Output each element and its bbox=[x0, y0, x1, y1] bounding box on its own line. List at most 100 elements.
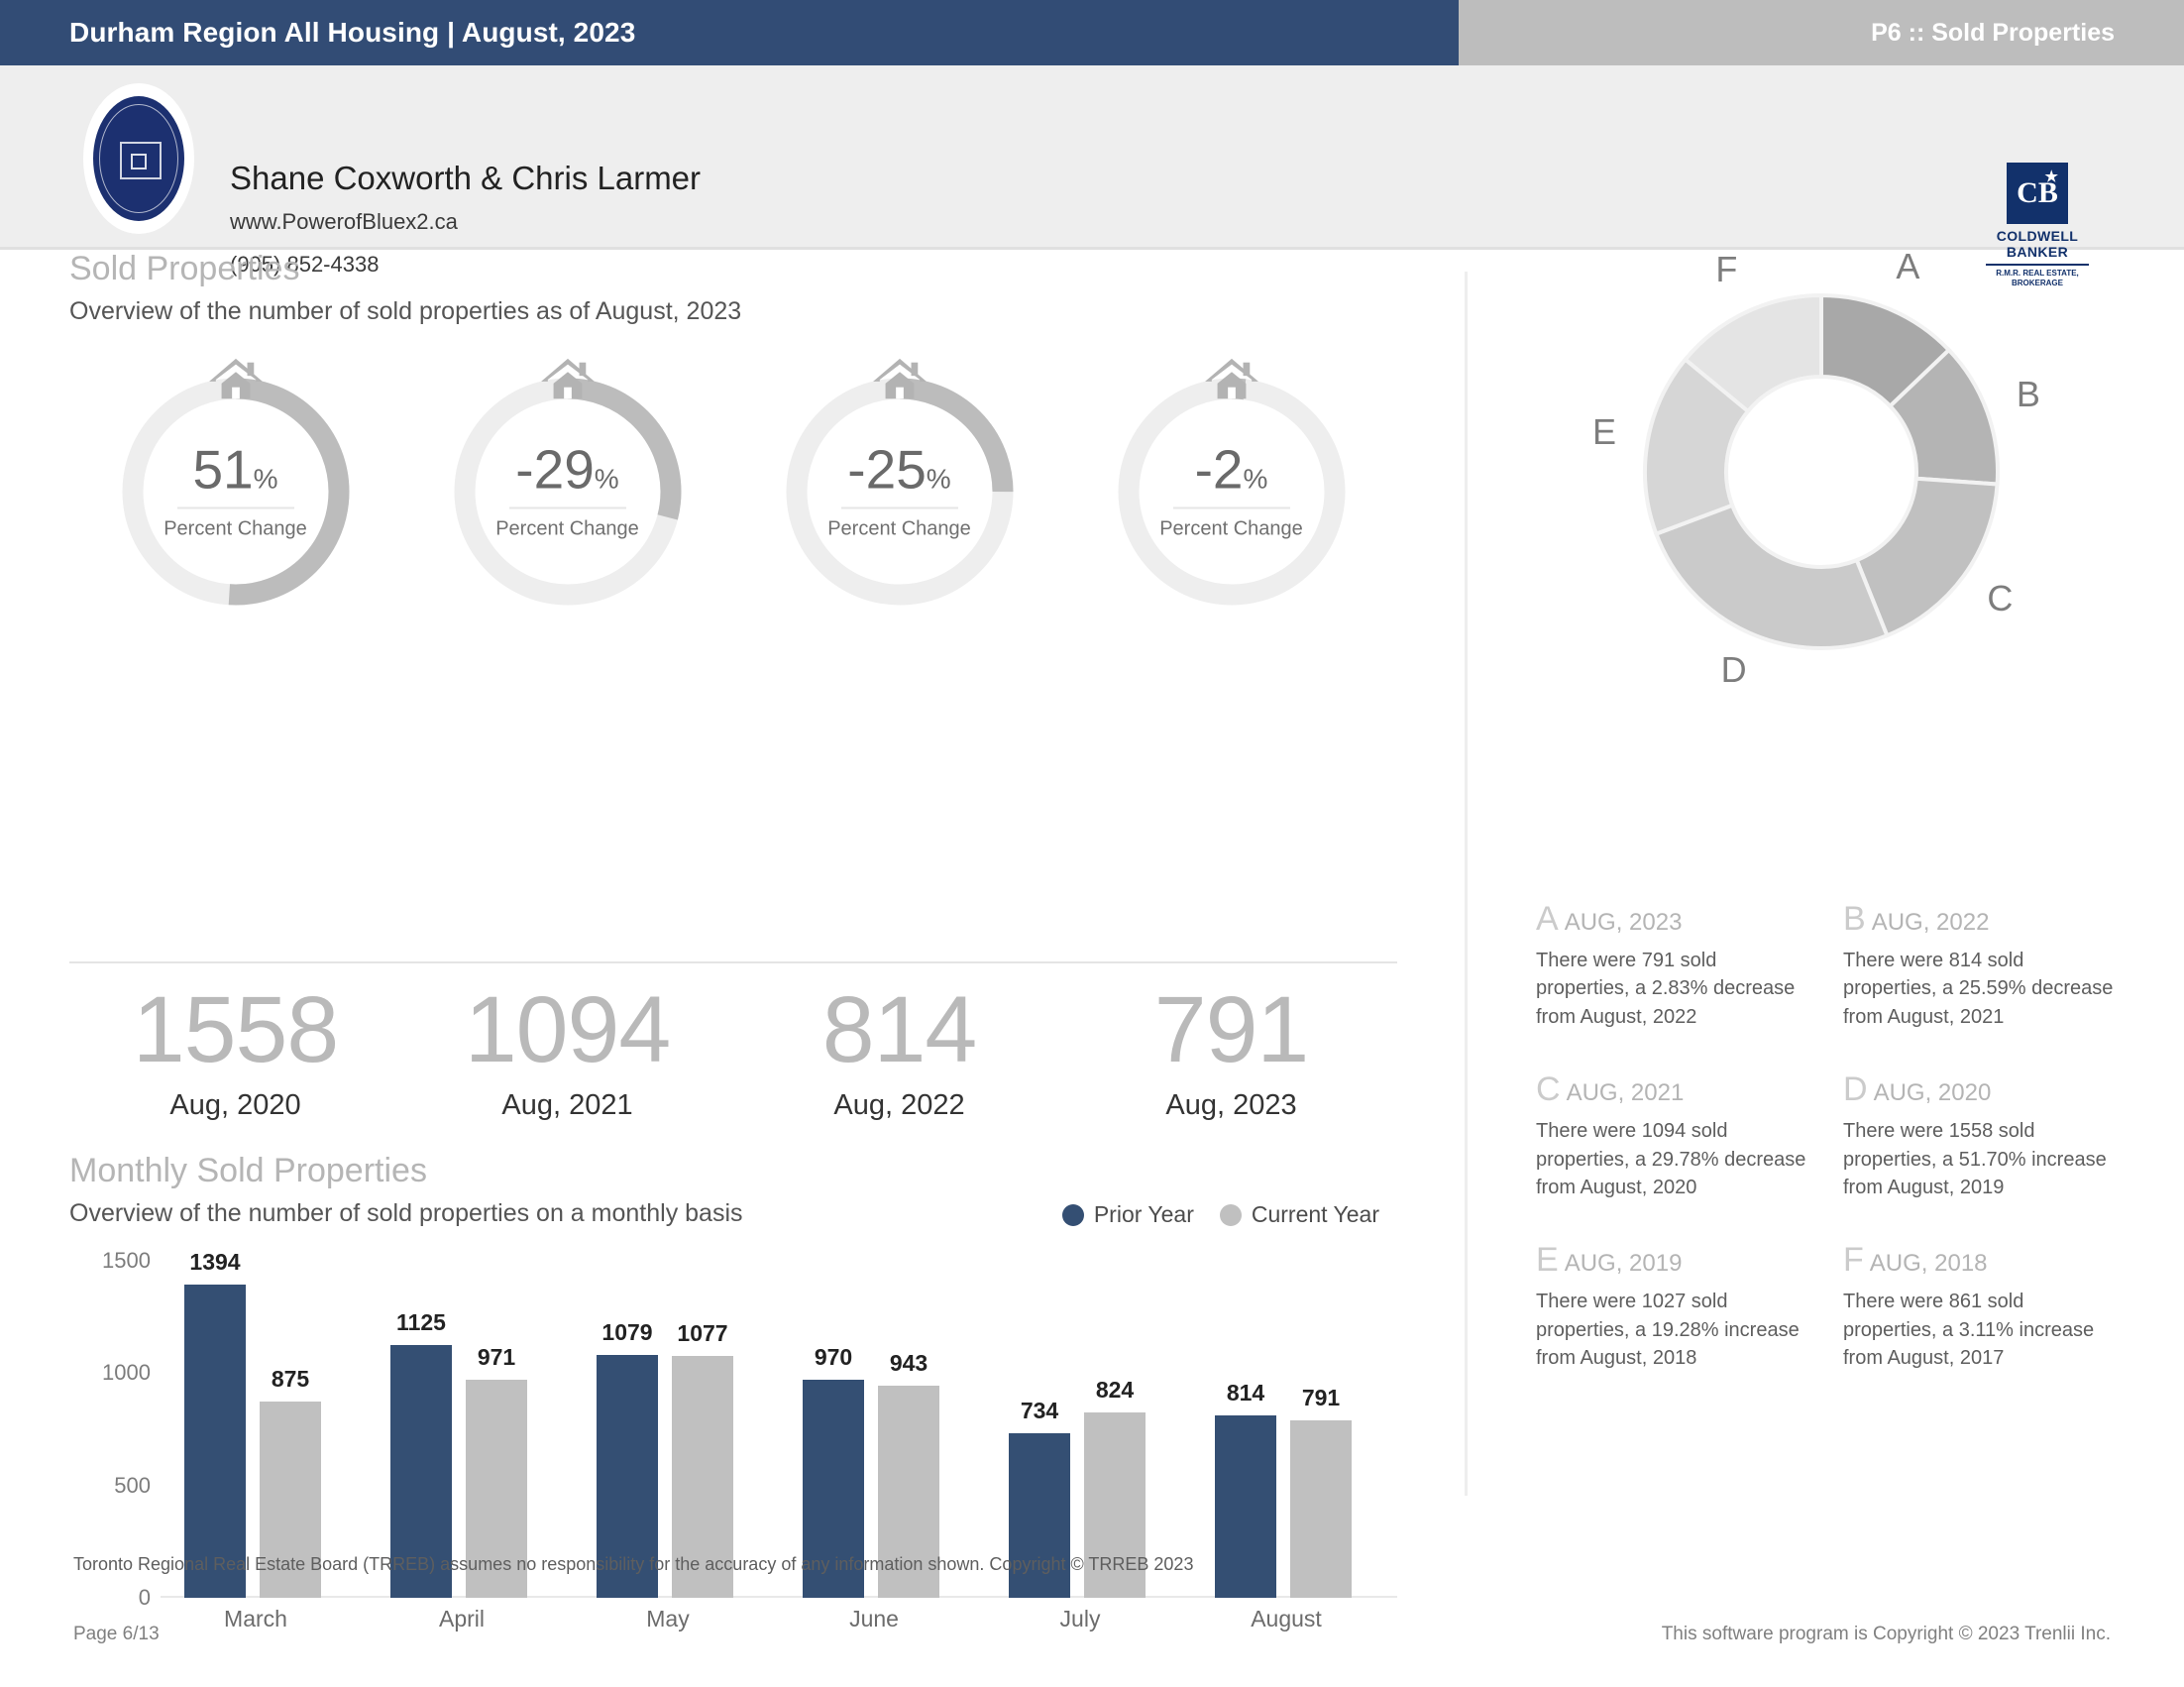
detail-card-body: There were 1094 sold properties, a 29.78… bbox=[1536, 1120, 1806, 1198]
x-tick-label: June bbox=[849, 1606, 899, 1631]
detail-card-header: D AUG, 2020 bbox=[1843, 1070, 2121, 1109]
detail-card-date: AUG, 2020 bbox=[1873, 1079, 1992, 1107]
yearly-donut-chart: A B C D E F bbox=[1554, 246, 2089, 691]
donut-slice-label: C bbox=[1987, 577, 2014, 619]
bar[interactable]: 814 bbox=[1215, 1380, 1276, 1598]
detail-card-date: AUG, 2019 bbox=[1564, 1250, 1683, 1278]
legend-swatch-icon bbox=[1219, 1203, 1242, 1226]
detail-card-body: There were 1558 sold properties, a 51.70… bbox=[1843, 1120, 2107, 1198]
title-bar: Durham Region All Housing | August, 2023… bbox=[0, 0, 2184, 65]
y-tick-label: 500 bbox=[114, 1472, 151, 1498]
detail-card-letter: D bbox=[1843, 1070, 1868, 1109]
house-icon bbox=[540, 358, 595, 399]
detail-card-body: There were 814 sold properties, a 25.59%… bbox=[1843, 950, 2114, 1028]
bar-value-label: 814 bbox=[1226, 1379, 1265, 1406]
donut-slice[interactable] bbox=[1653, 503, 1890, 650]
bar-group: 1079 1077 bbox=[583, 1261, 753, 1598]
gauge-label: Percent Change bbox=[164, 517, 307, 540]
donut-slice-label: B bbox=[2016, 373, 2040, 414]
detail-card: B AUG, 2022 There were 814 sold properties… bbox=[1843, 900, 2121, 1031]
detail-card: F AUG, 2018 There were 861 sold properties… bbox=[1843, 1241, 2121, 1372]
yearly-total-cell: 814 Aug, 2022 bbox=[733, 983, 1065, 1122]
monthly-heading-block: Monthly Sold Properties Overview of the … bbox=[69, 1152, 743, 1228]
right-column: ABCDEF A AUG, 2023 There were 791 sold pro… bbox=[1467, 246, 2184, 1538]
gauge-cell: -2% Percent Change bbox=[1065, 358, 1397, 646]
bar-value-label: 1077 bbox=[677, 1319, 728, 1346]
chart-legend: Prior Year Current Year bbox=[1061, 1201, 1379, 1228]
legend-item[interactable]: Prior Year bbox=[1061, 1201, 1194, 1228]
bar-value-label: 943 bbox=[889, 1350, 928, 1377]
gauge-center: -2% Percent Change bbox=[1138, 442, 1326, 541]
bar-value-label: 734 bbox=[1020, 1397, 1059, 1423]
gauge-cell: 51% Percent Change bbox=[69, 358, 401, 646]
bar-value-label: 1394 bbox=[189, 1249, 241, 1276]
agent-website[interactable]: www.PowerofBluex2.ca bbox=[230, 209, 458, 235]
content-area: Sold Properties Overview of the number o… bbox=[0, 246, 2184, 1631]
y-axis: 0 500 1000 1500 bbox=[69, 1248, 151, 1610]
monthly-bar-chart: Prior Year Current Year 0 500 1000 1500 1394… bbox=[69, 1201, 1397, 1657]
sold-section-title: Sold Properties bbox=[69, 250, 300, 287]
detail-card-date: AUG, 2022 bbox=[1871, 909, 1990, 936]
detail-card-header: C AUG, 2021 bbox=[1536, 1070, 1813, 1109]
yearly-total-cell: 791 Aug, 2023 bbox=[1065, 983, 1397, 1122]
yearly-total-cell: 1094 Aug, 2021 bbox=[401, 983, 733, 1122]
detail-card: A AUG, 2023 There were 791 sold properties… bbox=[1536, 900, 1813, 1031]
yearly-total-label: Aug, 2023 bbox=[1165, 1089, 1297, 1121]
percent-change-gauge: -25% Percent Change bbox=[777, 358, 1023, 615]
detail-card-header: A AUG, 2023 bbox=[1536, 900, 1813, 939]
gauge-center: -25% Percent Change bbox=[806, 438, 994, 541]
gauge-rule bbox=[508, 506, 626, 509]
detail-card-body: There were 861 sold properties, a 3.11% … bbox=[1843, 1291, 2095, 1370]
detail-card-date: AUG, 2018 bbox=[1869, 1250, 1988, 1278]
gauge-label: Percent Change bbox=[827, 517, 971, 540]
bar[interactable]: 1394 bbox=[184, 1249, 246, 1598]
detail-card-letter: A bbox=[1536, 900, 1559, 938]
page-number: Page 6/13 bbox=[73, 1624, 160, 1644]
bar-value-label: 791 bbox=[1301, 1384, 1341, 1410]
donut-svg bbox=[1643, 292, 2000, 650]
detail-card-header: F AUG, 2018 bbox=[1843, 1241, 2121, 1280]
percent-change-gauge: -29% Percent Change bbox=[445, 358, 691, 615]
bar-group: 1125 971 bbox=[377, 1261, 547, 1598]
seal-window-icon bbox=[131, 153, 147, 169]
detail-card: D AUG, 2020 There were 1558 sold propertie… bbox=[1843, 1070, 2121, 1201]
detail-card-body: There were 1027 sold properties, a 19.28… bbox=[1536, 1291, 1800, 1370]
gauge-rule bbox=[840, 506, 958, 509]
agent-logo bbox=[83, 83, 194, 234]
percent-change-gauge: -2% Percent Change bbox=[1109, 358, 1355, 615]
detail-card-letter: C bbox=[1536, 1070, 1561, 1109]
detail-card-row: A AUG, 2023 There were 791 sold properties… bbox=[1536, 900, 2150, 1031]
donut-slice-label: D bbox=[1720, 649, 1747, 691]
gauge-percent-value: -25% bbox=[847, 438, 951, 501]
legend-label: Current Year bbox=[1251, 1201, 1379, 1227]
detail-card-header: E AUG, 2019 bbox=[1536, 1241, 1813, 1280]
gauge-percent-value: 51% bbox=[192, 438, 278, 501]
house-icon bbox=[208, 358, 263, 399]
yearly-totals-row: 1558 Aug, 2020 1094 Aug, 2021 814 Aug, 2022 79… bbox=[69, 983, 1397, 1122]
legend-item[interactable]: Current Year bbox=[1219, 1201, 1379, 1228]
coldwell-banker-mark-icon: CB ★ bbox=[2007, 163, 2068, 224]
bar-group: 1394 875 bbox=[170, 1249, 341, 1598]
detail-card-date: AUG, 2023 bbox=[1564, 909, 1683, 936]
page-tag-band: P6 :: Sold Properties bbox=[1459, 0, 2184, 65]
detail-card-header: B AUG, 2022 bbox=[1843, 900, 2121, 939]
x-axis-labels: March April May June July August bbox=[161, 1606, 1397, 1645]
agent-bar: Shane Coxworth & Chris Larmer www.Powero… bbox=[0, 65, 2184, 287]
yearly-total-value: 791 bbox=[1153, 977, 1310, 1082]
yearly-total-label: Aug, 2021 bbox=[501, 1089, 633, 1121]
bar-value-label: 971 bbox=[477, 1343, 516, 1370]
donut-slice-label: A bbox=[1896, 245, 1920, 286]
detail-card-grid: A AUG, 2023 There were 791 sold properties… bbox=[1536, 900, 2150, 1412]
detail-card-letter: E bbox=[1536, 1241, 1559, 1280]
yearly-total-value: 814 bbox=[821, 977, 978, 1082]
gauge-center: 51% Percent Change bbox=[142, 438, 330, 541]
monthly-section-subtitle: Overview of the number of sold propertie… bbox=[69, 1199, 743, 1227]
bar[interactable]: 791 bbox=[1290, 1385, 1352, 1598]
bar-value-label: 824 bbox=[1095, 1377, 1135, 1404]
gauge-cell: -29% Percent Change bbox=[401, 358, 733, 646]
y-tick-label: 1000 bbox=[102, 1360, 151, 1386]
page-tag: P6 :: Sold Properties bbox=[1871, 18, 2115, 47]
monthly-section-title: Monthly Sold Properties bbox=[69, 1152, 427, 1189]
agent-name: Shane Coxworth & Chris Larmer bbox=[230, 160, 702, 196]
x-tick-label: August bbox=[1251, 1606, 1322, 1631]
